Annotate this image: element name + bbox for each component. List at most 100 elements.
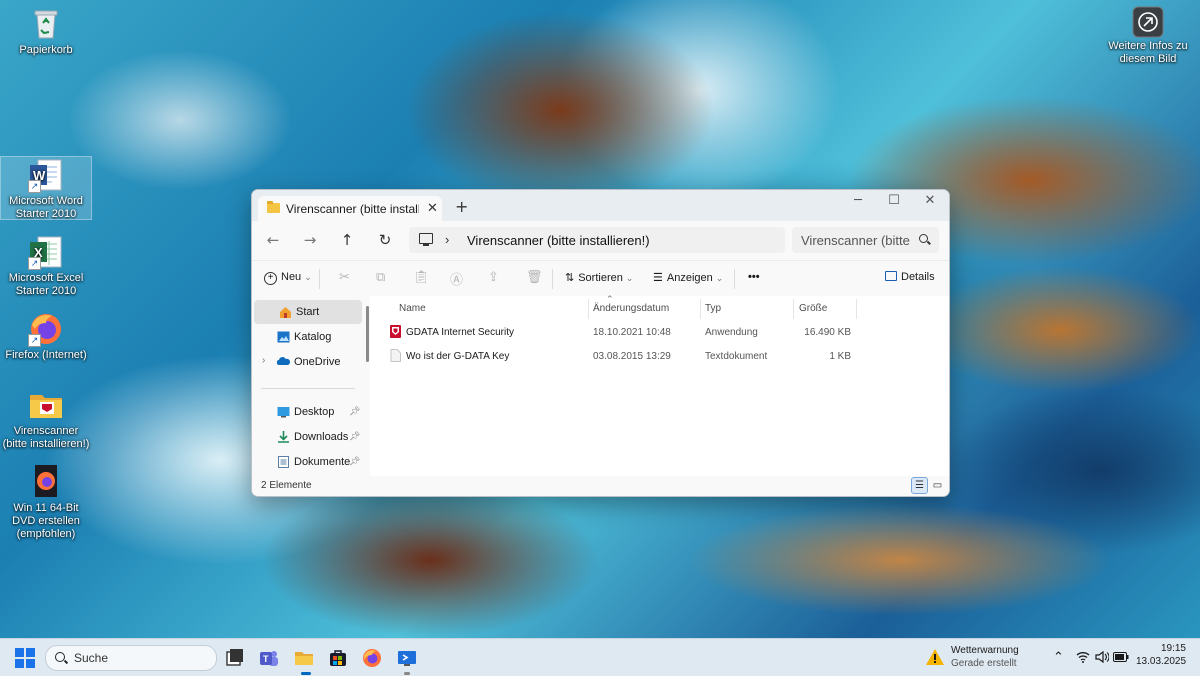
sidebar-item-dokumente[interactable]: Dokumente 📌︎	[252, 450, 360, 474]
sidebar-item-label: OneDrive	[294, 356, 341, 368]
file-modified: 03.08.2015 13:29	[593, 351, 671, 362]
details-pane-icon	[885, 271, 897, 281]
folder-icon	[28, 387, 64, 423]
desktop-icon-firefox[interactable]: ↗ Firefox (Internet)	[1, 311, 91, 362]
forward-button[interactable]: →	[298, 231, 322, 249]
desktop-icon-virenscanner-folder[interactable]: Virenscanner (bitte installieren!)	[1, 387, 91, 451]
address-path: Virenscanner (bitte installieren!)	[467, 233, 650, 248]
sidebar-item-downloads[interactable]: Downloads 📌︎	[252, 425, 360, 449]
address-bar[interactable]: › Virenscanner (bitte installieren!)	[409, 227, 785, 253]
share-icon[interactable]: ⇪	[488, 269, 499, 285]
download-icon	[278, 431, 289, 443]
item-count: 2 Elemente	[261, 480, 312, 491]
file-row[interactable]: Wo ist der G-DATA Key 03.08.2015 13:29 T…	[370, 346, 949, 368]
rename-icon[interactable]: Ⓐ	[450, 269, 463, 288]
tab-title: Virenscanner (bitte installieren!)	[286, 202, 419, 216]
sidebar-scrollbar[interactable]	[366, 306, 369, 362]
column-header-size[interactable]: Größe	[799, 300, 827, 318]
column-divider[interactable]	[700, 299, 701, 319]
sidebar-item-onedrive[interactable]: › OneDrive	[252, 350, 360, 374]
sort-button[interactable]: ⇅ Sortieren ⌄	[565, 271, 633, 284]
details-pane-button[interactable]: Details	[885, 271, 935, 283]
word-icon: W ↗	[28, 157, 64, 193]
status-bar: 2 Elemente ☰ ▭	[252, 476, 949, 496]
file-row[interactable]: GDATA Internet Security 18.10.2021 10:48…	[370, 322, 949, 344]
tab-virenscanner[interactable]: Virenscanner (bitte installieren!) ✕	[258, 196, 442, 221]
wifi-icon[interactable]	[1076, 651, 1090, 663]
teams-icon[interactable]: T	[259, 648, 279, 668]
more-options-button[interactable]: •••	[748, 271, 760, 283]
tiles-view-icon[interactable]: ▭	[930, 478, 945, 493]
up-button[interactable]: ↑	[335, 231, 359, 249]
details-view-icon[interactable]: ☰	[911, 477, 928, 494]
desktop-icon-excel[interactable]: X ↗ Microsoft Excel Starter 2010	[1, 234, 91, 298]
desktop-icon-win11-dvd[interactable]: Win 11 64-Bit DVD erstellen (empfohlen)	[1, 464, 91, 541]
column-header-type[interactable]: Typ	[705, 300, 721, 318]
file-name: Wo ist der G-DATA Key	[406, 351, 510, 362]
shortcut-arrow-icon: ↗	[28, 180, 41, 193]
cut-icon[interactable]: ✂	[339, 269, 350, 285]
new-button-label: Neu	[281, 271, 302, 283]
warning-icon	[926, 649, 944, 665]
task-view-icon[interactable]	[225, 648, 245, 668]
chevron-down-icon: ⌄	[304, 272, 312, 282]
paste-icon[interactable]: 📋︎	[413, 269, 430, 285]
delete-icon[interactable]: 🗑︎	[526, 269, 543, 285]
back-button[interactable]: ←	[261, 231, 285, 249]
chevron-up-icon[interactable]: ⌃	[1053, 649, 1064, 665]
start-button[interactable]	[15, 648, 35, 668]
search-input[interactable]: Virenscanner (bitte ins	[792, 227, 939, 253]
this-pc-icon	[419, 233, 433, 246]
pin-icon[interactable]: 📌︎	[349, 406, 360, 417]
search-placeholder: Virenscanner (bitte ins	[801, 233, 911, 248]
sidebar-item-label: Katalog	[294, 331, 332, 343]
column-divider[interactable]	[588, 299, 589, 319]
refresh-button[interactable]: ↻	[373, 231, 397, 249]
close-tab-icon[interactable]: ✕	[427, 200, 438, 216]
column-header-modified[interactable]: Änderungsdatum	[593, 300, 669, 318]
new-tab-button[interactable]: +	[455, 197, 468, 216]
shortcut-arrow-icon: ↗	[28, 257, 41, 270]
chevron-right-icon[interactable]: ›	[262, 355, 265, 366]
divider	[552, 269, 553, 289]
details-button-label: Details	[901, 271, 935, 283]
desktop-icon	[277, 407, 290, 418]
weather-widget[interactable]: Wetterwarnung Gerade erstellt	[926, 643, 1036, 671]
minimize-button[interactable]: ─	[840, 193, 876, 208]
text-file-icon	[390, 349, 401, 362]
close-window-button[interactable]: ✕	[912, 193, 948, 208]
column-header-name[interactable]: Name	[399, 300, 426, 318]
taskbar-search-box[interactable]: Suche	[45, 645, 217, 671]
remote-desktop-icon[interactable]	[397, 648, 417, 668]
new-button[interactable]: + Neu ⌄	[264, 271, 312, 285]
copy-icon[interactable]: ⧉	[376, 269, 385, 285]
taskbar: Suche T Wetterwarnung Gerade erstellt ⌃ …	[0, 638, 1200, 676]
sidebar-item-desktop[interactable]: Desktop 📌︎	[252, 400, 360, 424]
pin-icon[interactable]: 📌︎	[349, 431, 360, 442]
onedrive-icon	[277, 357, 290, 365]
pin-icon[interactable]: 📌︎	[349, 456, 360, 467]
file-list: ⌃ Name Änderungsdatum Typ Größe GDATA In…	[370, 294, 949, 476]
sidebar-item-start[interactable]: Start	[254, 300, 362, 324]
desktop-icon-label: Firefox (Internet)	[5, 349, 87, 361]
desktop-icon-word[interactable]: W ↗ Microsoft Word Starter 2010	[0, 156, 92, 220]
volume-icon[interactable]	[1095, 651, 1109, 663]
file-size: 16.490 KB	[804, 327, 851, 338]
info-widget[interactable]: Weitere Infos zu diesem Bild	[1103, 6, 1193, 66]
desktop-icon-recycle-bin[interactable]: Papierkorb	[1, 6, 91, 57]
store-icon[interactable]	[328, 648, 348, 668]
column-divider[interactable]	[793, 299, 794, 319]
file-explorer-icon[interactable]	[294, 648, 314, 668]
column-divider[interactable]	[856, 299, 857, 319]
shortcut-arrow-icon: ↗	[28, 334, 41, 347]
desktop-icon-label: Microsoft Excel Starter 2010	[8, 272, 84, 297]
chevron-right-icon[interactable]: ›	[445, 232, 449, 247]
maximize-button[interactable]: ☐	[876, 193, 912, 208]
sidebar-item-katalog[interactable]: Katalog	[252, 325, 360, 349]
recycle-bin-icon	[28, 6, 64, 42]
view-button[interactable]: ☰ Anzeigen ⌄	[653, 271, 723, 284]
clock[interactable]: 19:15 13.03.2025	[1136, 643, 1186, 667]
battery-icon[interactable]	[1113, 652, 1129, 662]
home-icon	[280, 307, 291, 318]
firefox-taskbar-icon[interactable]	[362, 648, 382, 668]
